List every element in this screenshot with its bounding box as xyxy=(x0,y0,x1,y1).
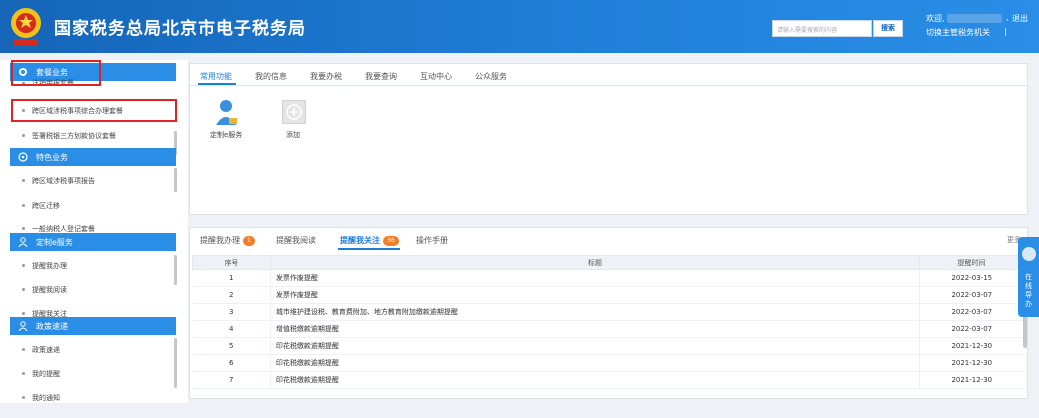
tab-my-info[interactable]: 我的信息 xyxy=(255,71,287,82)
table-row[interactable]: 5 印花税缴款逾期提醒 2021-12-30 xyxy=(192,337,1024,355)
tab-interaction[interactable]: 互动中心 xyxy=(420,71,452,82)
reminder-table: 序号 标题 提醒时间 1 发票作废提醒 2022-03-15 2 发票作废提醒 2022… xyxy=(192,255,1024,389)
table-row[interactable]: 4 增值税缴款逾期提醒 2022-03-07 xyxy=(192,320,1024,338)
active-tab-indicator xyxy=(338,248,400,250)
tab-public-service[interactable]: 公众服务 xyxy=(475,71,507,82)
table-header-row: 序号 标题 提醒时间 xyxy=(192,255,1024,270)
tab-tax-handling[interactable]: 我要办税 xyxy=(310,71,342,82)
reminder-list-panel: 提醒我办理 1 提醒我阅读 提醒我关注 36 操作手册 更多 序号 标题 提醒时间 … xyxy=(189,227,1028,399)
tab-remind-follow[interactable]: 提醒我关注 36 xyxy=(340,235,399,246)
column-header: 提醒时间 xyxy=(919,255,1024,270)
count-badge: 36 xyxy=(383,235,399,246)
tab-remind-read[interactable]: 提醒我阅读 xyxy=(276,235,316,246)
function-label[interactable]: 定制e服务 xyxy=(210,130,242,140)
online-guide-button[interactable]: 在线导办 xyxy=(1018,237,1039,317)
add-icon[interactable] xyxy=(282,100,306,124)
table-row[interactable]: 2 发票作废提醒 2022-03-07 xyxy=(192,286,1024,304)
table-row[interactable]: 3 城市维护建设税、教育费附加、地方教育附加缴款逾期提醒 2022-03-07 xyxy=(192,303,1024,321)
tab-query[interactable]: 我要查询 xyxy=(365,71,397,82)
tab-remind-handle[interactable]: 提醒我办理 1 xyxy=(200,235,255,246)
table-row[interactable]: 7 印花税缴款逾期提醒 2021-12-30 xyxy=(192,371,1024,389)
tab-manual[interactable]: 操作手册 xyxy=(416,235,448,246)
user-service-icon[interactable] xyxy=(214,99,238,127)
table-row[interactable]: 1 发票作废提醒 2022-03-15 xyxy=(192,269,1024,287)
column-header: 序号 xyxy=(192,255,271,270)
count-badge: 1 xyxy=(243,235,255,246)
active-tab-indicator xyxy=(198,83,236,85)
table-row[interactable]: 6 印花税缴款逾期提醒 2021-12-30 xyxy=(192,354,1024,372)
functions-panel: 常用功能 我的信息 我要办税 我要查询 互动中心 公众服务 定制e服务 添加 xyxy=(189,63,1028,215)
function-label[interactable]: 添加 xyxy=(286,130,300,140)
assistant-avatar-icon xyxy=(1022,247,1036,261)
column-header: 标题 xyxy=(269,255,921,270)
functions-tabs: 常用功能 我的信息 我要办税 我要查询 互动中心 公众服务 xyxy=(190,64,1027,86)
tab-common-functions[interactable]: 常用功能 xyxy=(200,71,232,82)
online-guide-label: 在线导办 xyxy=(1025,273,1032,308)
